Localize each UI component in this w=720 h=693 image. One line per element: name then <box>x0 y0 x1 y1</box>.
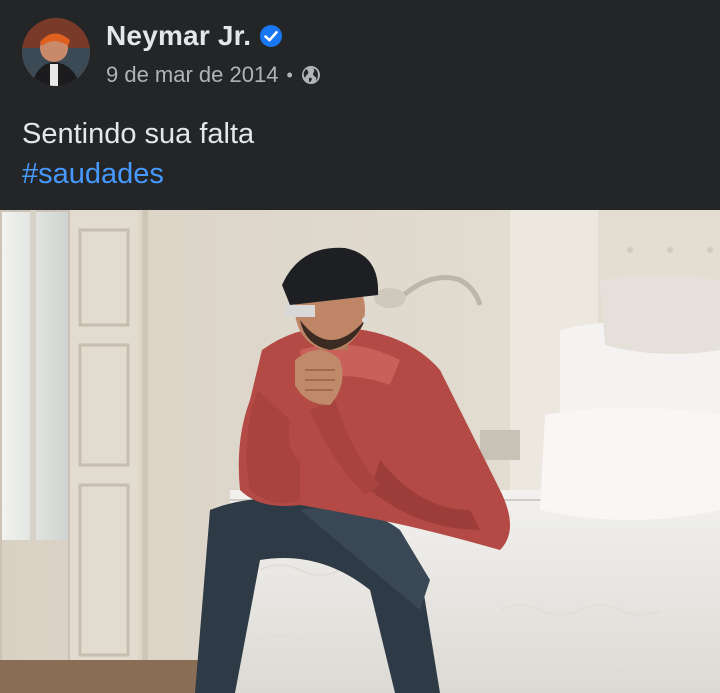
author-row: Neymar Jr. <box>106 20 283 52</box>
post-photo[interactable] <box>0 210 720 693</box>
post-header: Neymar Jr. 9 de mar de 2014 • Sentindo s… <box>0 0 720 210</box>
hashtag-link[interactable]: #saudades <box>22 158 164 191</box>
verified-badge-icon <box>259 24 283 48</box>
bedroom-photo <box>0 210 720 693</box>
post-meta: 9 de mar de 2014 • <box>106 62 321 88</box>
post-message: Sentindo sua falta <box>22 118 255 150</box>
author-name[interactable]: Neymar Jr. <box>106 20 251 52</box>
author-avatar[interactable] <box>22 18 90 86</box>
avatar-image <box>22 18 90 86</box>
facebook-post: Neymar Jr. 9 de mar de 2014 • Sentindo s… <box>0 0 720 693</box>
globe-icon[interactable] <box>301 65 321 85</box>
meta-separator: • <box>286 64 293 85</box>
post-date[interactable]: 9 de mar de 2014 <box>106 62 278 88</box>
